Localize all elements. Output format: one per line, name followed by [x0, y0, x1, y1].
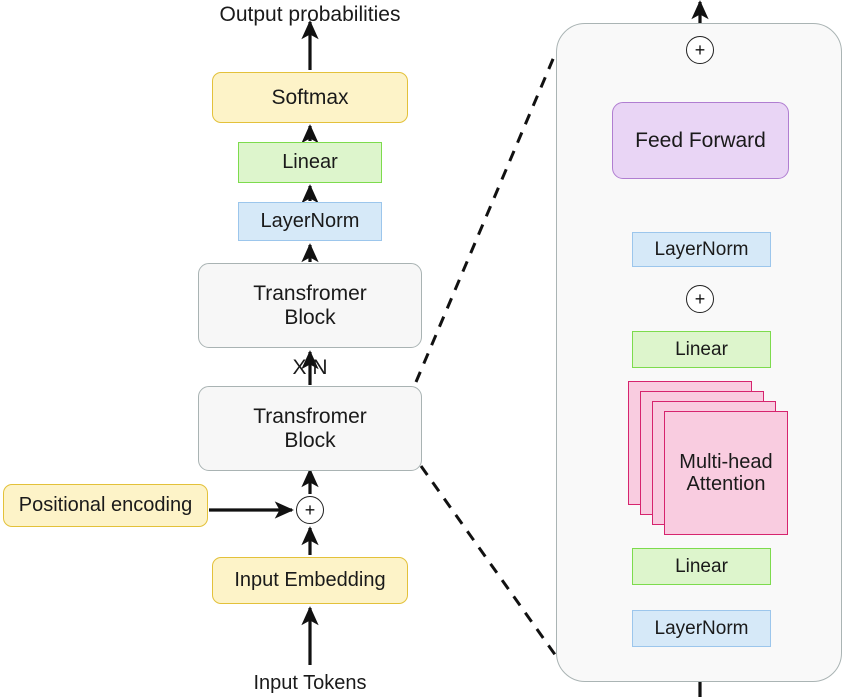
input-tokens-label: Input Tokens: [253, 672, 367, 694]
softmax-node[interactable]: Softmax: [212, 72, 408, 123]
positional-encoding-node[interactable]: Positional encoding: [3, 484, 208, 527]
output-probabilities-label: Output probabilities: [219, 3, 401, 26]
linear-attention-output-node[interactable]: Linear: [632, 331, 771, 368]
layernorm-final-node[interactable]: LayerNorm: [238, 202, 382, 241]
multi-head-attention-node[interactable]: Multi-head Attention: [664, 411, 788, 535]
linear-head-node[interactable]: Linear: [238, 142, 382, 183]
feed-forward-node[interactable]: Feed Forward: [612, 102, 789, 179]
expansion-guide-top: [414, 51, 558, 383]
add-embedding-icon: +: [296, 496, 324, 524]
repeat-count-label: X N: [292, 356, 328, 379]
transformer-block-lower-node[interactable]: Transfromer Block: [198, 386, 422, 471]
layernorm-pre-feedforward-node[interactable]: LayerNorm: [632, 232, 771, 267]
linear-attention-input-node[interactable]: Linear: [632, 548, 771, 585]
layernorm-pre-attention-node[interactable]: LayerNorm: [632, 610, 771, 647]
expansion-guide-bottom: [419, 465, 558, 657]
transformer-architecture-diagram: Output probabilities Softmax Linear Laye…: [0, 0, 850, 697]
add-feedforward-residual-icon: +: [686, 36, 714, 64]
add-attention-residual-icon: +: [686, 285, 714, 313]
transformer-block-upper-node[interactable]: Transfromer Block: [198, 263, 422, 348]
input-embedding-node[interactable]: Input Embedding: [212, 557, 408, 604]
